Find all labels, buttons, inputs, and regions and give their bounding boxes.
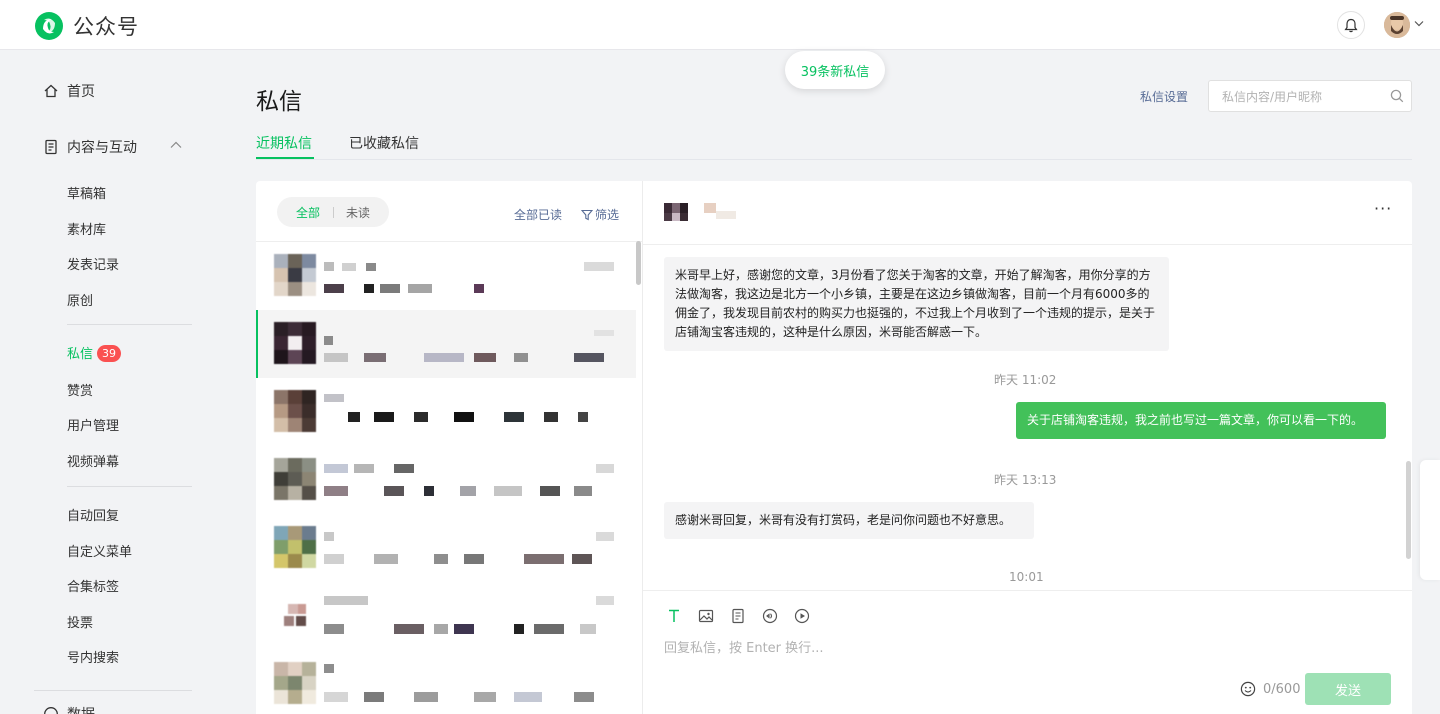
conversation-item[interactable]	[256, 446, 636, 514]
avatar-icon	[1384, 12, 1410, 38]
list-scrollbar[interactable]	[636, 241, 641, 285]
chat-scrollbar[interactable]	[1406, 461, 1411, 559]
sidebar-divider	[67, 324, 192, 325]
search-box	[1208, 80, 1412, 112]
conversation-item[interactable]	[256, 242, 636, 310]
sidebar-group-label: 内容与互动	[67, 140, 137, 156]
document-icon	[45, 139, 57, 155]
user-avatar-obscured	[274, 526, 316, 568]
tab-recent[interactable]: 近期私信	[256, 133, 312, 153]
logo[interactable]: 公众号	[34, 11, 139, 41]
message-timestamp: 昨天 13:13	[994, 473, 1057, 487]
sidebar-item-original[interactable]: 原创	[67, 290, 93, 309]
page-title: 私信	[256, 89, 302, 115]
conversation-list: 全部 未读 全部已读 筛选	[256, 181, 642, 714]
message-bubble-incoming: 感谢米哥回复，米哥有没有打赏码，老是问你问题也不好意思。	[664, 502, 1034, 539]
sidebar-item-danmaku[interactable]: 视频弹幕	[67, 451, 119, 470]
sidebar-item-label: 首页	[67, 84, 95, 100]
message-settings-link[interactable]: 私信设置	[1140, 88, 1188, 105]
mark-all-read-button[interactable]: 全部已读	[514, 206, 562, 223]
sidebar-item-vote[interactable]: 投票	[67, 612, 93, 631]
sidebar-group-label: 数据	[67, 704, 95, 714]
sidebar-item-messages[interactable]: 私信 39	[67, 343, 122, 362]
home-icon	[44, 84, 58, 98]
send-button[interactable]: 发送	[1305, 673, 1391, 705]
filter-label: 筛选	[595, 208, 620, 222]
unread-badge: 39	[97, 345, 122, 362]
emoji-icon[interactable]	[1240, 681, 1256, 697]
obscured-preview	[324, 262, 614, 293]
video-icon[interactable]	[794, 608, 810, 624]
image-icon[interactable]	[698, 608, 714, 624]
logo-icon	[35, 12, 63, 40]
conversation-item[interactable]	[256, 378, 636, 446]
bell-icon	[1344, 18, 1358, 32]
more-options-icon[interactable]: ···	[1374, 199, 1392, 218]
app-name: 公众号	[73, 15, 139, 39]
message-timestamp: 昨天 11:02	[994, 373, 1057, 387]
chat-header: ···	[643, 181, 1412, 245]
sidebar-item-auto-reply[interactable]: 自动回复	[67, 505, 119, 524]
filter-unread-option[interactable]: 未读	[346, 204, 370, 221]
conversation-item[interactable]	[256, 650, 636, 714]
filter-all-option[interactable]: 全部	[296, 204, 320, 221]
user-avatar-obscured	[274, 594, 316, 636]
user-avatar[interactable]	[1384, 12, 1410, 38]
top-bar: 公众号	[0, 0, 1440, 50]
obscured-preview	[324, 664, 594, 702]
sidebar-divider	[34, 690, 192, 691]
audio-icon[interactable]	[762, 608, 778, 624]
conversation-item-selected[interactable]	[256, 310, 636, 378]
search-icon[interactable]	[1390, 89, 1404, 103]
sidebar-divider	[67, 486, 192, 487]
sidebar-item-home[interactable]: 首页	[43, 81, 95, 101]
tab-starred[interactable]: 已收藏私信	[349, 133, 419, 153]
sidebar-item-collections[interactable]: 合集标签	[67, 576, 119, 595]
message-bubble-incoming: 米哥早上好，感谢您的文章，3月份看了您关于淘客的文章，开始了解淘客，用你分享的方…	[664, 257, 1169, 351]
chat-panel: ··· 米哥早上好，感谢您的文章，3月份看了您关于淘客的文章，开始了解淘客，用你…	[642, 181, 1412, 714]
tabs-divider	[256, 159, 1412, 160]
obscured-preview	[324, 532, 614, 564]
char-counter: 0/600	[1263, 682, 1301, 697]
conversation-item[interactable]	[256, 514, 636, 582]
contact-name-obscured	[664, 203, 736, 221]
article-icon[interactable]	[730, 608, 746, 624]
sidebar-item-materials[interactable]: 素材库	[67, 219, 106, 238]
obscured-preview	[324, 330, 614, 362]
chevron-down-icon[interactable]	[1414, 20, 1424, 27]
reply-input[interactable]	[664, 637, 1384, 659]
user-avatar-obscured	[274, 662, 316, 704]
data-icon	[44, 707, 58, 714]
filter-icon	[581, 209, 593, 220]
text-format-icon[interactable]	[666, 608, 682, 624]
user-avatar-obscured	[274, 458, 316, 500]
reply-area: 0/600 发送	[643, 590, 1412, 714]
user-avatar-obscured	[274, 322, 316, 364]
obscured-preview	[324, 394, 588, 422]
read-filter: 全部 未读	[277, 197, 389, 227]
sidebar-item-label: 私信	[67, 347, 94, 362]
sidebar-item-drafts[interactable]: 草稿箱	[67, 183, 106, 202]
sidebar-item-search[interactable]: 号内搜索	[67, 647, 119, 666]
user-avatar-obscured	[274, 254, 316, 296]
sidebar-item-users[interactable]: 用户管理	[67, 415, 119, 434]
sidebar-group-data[interactable]: 数据	[43, 704, 95, 714]
obscured-preview	[324, 464, 614, 496]
sidebar-group-content[interactable]: 内容与互动	[43, 137, 137, 157]
sidebar-item-rewards[interactable]: 赞赏	[67, 380, 93, 399]
filter-separator	[333, 207, 334, 218]
search-input[interactable]	[1222, 87, 1382, 107]
message-bubble-outgoing: 关于店铺淘客违规，我之前也写过一篇文章，你可以看一下的。	[1016, 402, 1386, 439]
chevron-up-icon[interactable]	[170, 141, 182, 149]
side-panel-handle[interactable]	[1420, 460, 1440, 580]
filter-button[interactable]: 筛选	[581, 206, 619, 223]
new-messages-pill[interactable]: 39条新私信	[785, 51, 885, 89]
message-timestamp: 10:01	[1009, 570, 1044, 584]
user-avatar-obscured	[274, 390, 316, 432]
obscured-preview	[324, 596, 614, 634]
conversation-item[interactable]	[256, 582, 636, 650]
sidebar-item-published[interactable]: 发表记录	[67, 254, 119, 273]
notification-button[interactable]	[1337, 11, 1365, 39]
sidebar-item-custom-menu[interactable]: 自定义菜单	[67, 541, 132, 560]
